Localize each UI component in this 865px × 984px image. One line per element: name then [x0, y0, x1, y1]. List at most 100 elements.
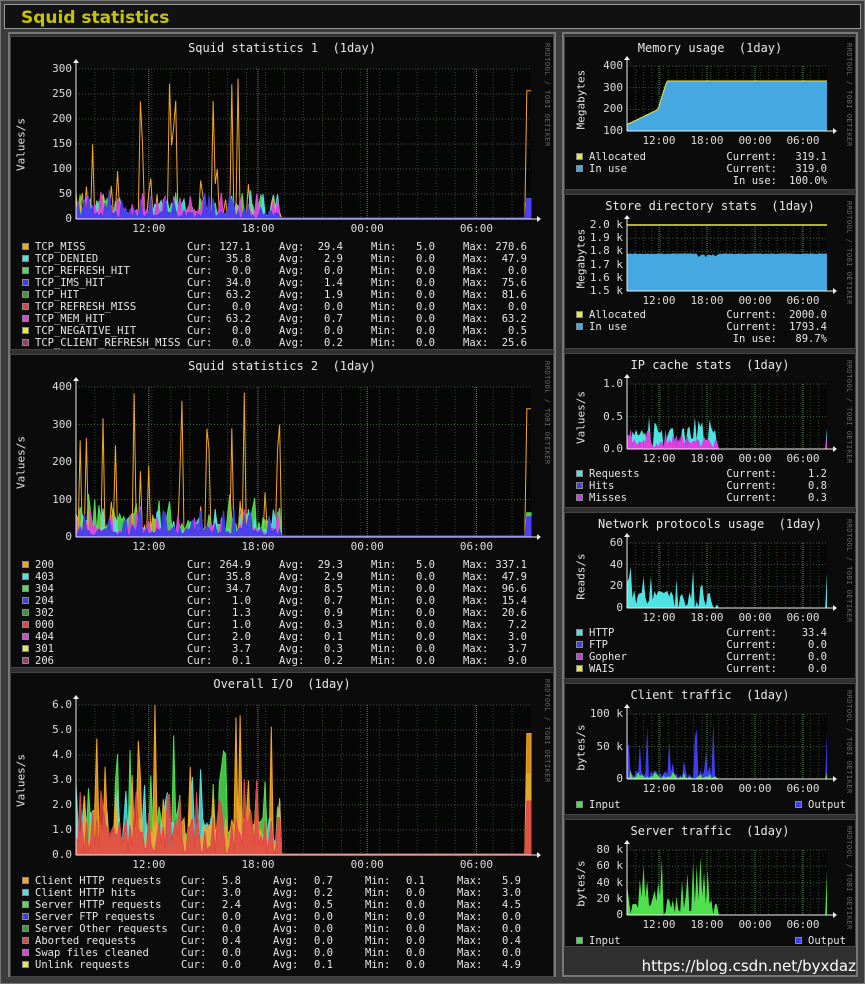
legend-avg-value: 29.4: [317, 241, 343, 253]
legend-cur-value: 34.0: [225, 277, 251, 289]
y-axis-arrow: [73, 695, 79, 699]
legend-swatch: [22, 585, 29, 592]
legend-value: 1.2: [808, 468, 827, 480]
legend-max-label: Max:: [463, 301, 489, 313]
legend-cur-label: Cur:: [187, 619, 213, 631]
panel-ip: IP cache stats (1day) RRDTOOL / TOBI OETI…: [564, 353, 856, 508]
legend-avg-value: 29.3: [317, 559, 343, 571]
legend-avg-value: 0.0: [314, 923, 333, 935]
panel-store: Store directory stats (1day) RRDTOOL / TO…: [564, 194, 856, 349]
chart-title: IP cache stats (1day): [630, 358, 790, 372]
x-tick-label: 06:00: [786, 452, 820, 465]
legend-swatch: [22, 889, 29, 896]
y-tick-label: 50 k: [596, 739, 624, 753]
legend-name: 206: [35, 655, 54, 667]
chart-mem: [624, 56, 837, 134]
legend-max-value: 0.0: [508, 265, 527, 277]
legend-min-value: 0.0: [416, 325, 435, 337]
x-axis-arrow: [537, 534, 541, 540]
legend-max-value: 0.0: [508, 301, 527, 313]
chart-server: [624, 840, 837, 918]
legend-max-value: 0.0: [502, 911, 521, 923]
legend-max-label: Max:: [463, 619, 489, 631]
legend-cur-value: 34.7: [225, 583, 251, 595]
legend-swatch: [576, 165, 583, 172]
x-tick-label: 00:00: [350, 540, 384, 553]
x-axis-arrow: [537, 852, 541, 858]
legend-avg-label: Avg:: [279, 595, 305, 607]
squid-stats-page: Squid statistics Squid statistics 1 (1da…: [0, 0, 865, 984]
legend-swatch: [22, 315, 29, 322]
x-tick-label: 18:00: [690, 452, 724, 465]
y-tick-label: 0: [65, 212, 72, 225]
legend-name: Unlink requests: [35, 959, 130, 971]
y-tick-label: 0: [65, 530, 72, 543]
legend-avg-label: Avg:: [279, 265, 305, 277]
legend-cur-value: 0.0: [222, 959, 241, 971]
legend-cur-label: Cur:: [187, 583, 213, 595]
legend-min-label: Min:: [371, 583, 397, 595]
legend-max-value: 3.7: [508, 643, 527, 655]
legend-min-value: 0.0: [416, 583, 435, 595]
y-tick-label: 2.0: [52, 798, 72, 811]
legend-name: TCP_HIT: [35, 289, 80, 301]
rrdtool-credit: RRDTOOL / TOBI OETIKER: [845, 43, 853, 147]
page-title: Squid statistics: [21, 8, 170, 28]
legend-min-label: Min:: [371, 277, 397, 289]
legend-avg-label: Avg:: [279, 559, 305, 571]
chart-title: Squid statistics 2 (1day): [188, 359, 376, 373]
legend-name: 000: [35, 619, 54, 631]
legend-value: 0.0: [808, 639, 827, 651]
legend-name: Client HTTP requests: [35, 875, 162, 887]
legend-min-value: 0.0: [416, 655, 435, 667]
chart-title: Client traffic (1day): [630, 688, 790, 702]
legend-cur-label: Cur:: [187, 337, 213, 349]
y-tick-label: 20 k: [596, 891, 624, 905]
legend-max-value: 0.4: [502, 935, 521, 947]
legend-name: Client HTTP hits: [35, 887, 137, 899]
legend-name: TCP_CLIENT_REFRESH_MISS: [35, 337, 181, 349]
legend-avg-label: Avg:: [279, 277, 305, 289]
legend-cur-label: Cur:: [187, 655, 213, 667]
x-tick-label: 06:00: [786, 782, 820, 795]
legend-name: TCP_MISS: [35, 241, 86, 253]
legend-cur-value: 0.0: [222, 911, 241, 923]
legend-name: 200: [35, 559, 54, 571]
legend-min-label: Min:: [365, 899, 391, 911]
legend-cur-value: 0.0: [232, 337, 251, 349]
legend-cur-label: Cur:: [187, 325, 213, 337]
x-tick-label: 18:00: [241, 540, 275, 553]
y-tick-label: 0.0: [603, 442, 623, 455]
y-tick-label: 0: [616, 908, 623, 921]
legend-avg-value: 0.0: [314, 935, 333, 947]
legend-avg-label: Avg:: [279, 301, 305, 313]
legend-avg-value: 0.7: [314, 875, 333, 887]
legend-max-value: 270.6: [495, 241, 527, 253]
x-tick-label: 06:00: [786, 611, 820, 624]
legend-swatch: [22, 573, 29, 580]
legend-cur-label: Cur:: [187, 265, 213, 277]
legend-name: Output: [808, 799, 846, 811]
legend-avg-value: 0.0: [314, 947, 333, 959]
legend-avg-label: Avg:: [279, 241, 305, 253]
panel-net: Network protocols usage (1day) RRDTOOL / …: [564, 512, 856, 679]
y-tick-label: 4.0: [52, 748, 72, 761]
legend-name: TCP_DENIED: [35, 253, 99, 265]
chart-title: Network protocols usage (1day): [598, 517, 822, 531]
x-axis-arrow: [833, 288, 837, 294]
legend-avg-label: Avg:: [273, 911, 299, 923]
legend-cur-label: Cur:: [181, 911, 207, 923]
legend-label: Current:: [726, 480, 777, 492]
legend-cur-value: 0.0: [232, 325, 251, 337]
legend-max-value: 96.6: [501, 583, 527, 595]
x-tick-label: 00:00: [738, 782, 772, 795]
legend-min-value: 0.0: [416, 337, 435, 349]
rrdtool-credit: RRDTOOL / TOBI OETIKER: [543, 679, 551, 783]
x-tick-label: 18:00: [690, 611, 724, 624]
legend-label: Current:: [726, 163, 777, 175]
y-tick-label: 1.9 k: [589, 231, 623, 245]
legend-swatch: [22, 267, 29, 274]
legend-avg-label: Avg:: [279, 253, 305, 265]
legend-name: Allocated: [589, 151, 646, 163]
legend-min-label: Min:: [371, 571, 397, 583]
